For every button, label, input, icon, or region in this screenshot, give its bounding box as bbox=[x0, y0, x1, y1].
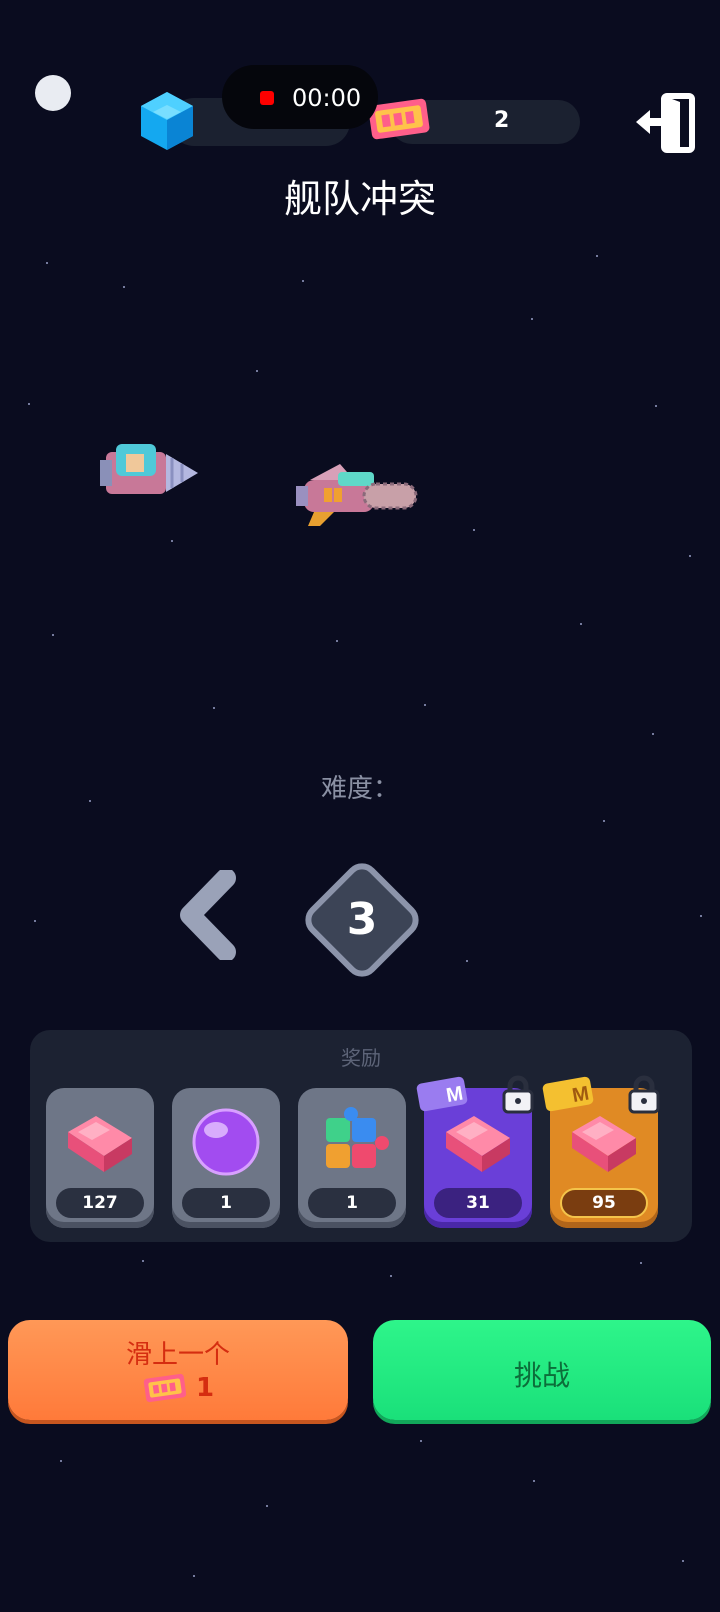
swipe-previous-cost-value: 1 bbox=[195, 1373, 215, 1403]
exit-door-icon[interactable] bbox=[634, 90, 700, 156]
page-title: 舰队冲突 bbox=[283, 177, 436, 221]
difficulty-value: 3 bbox=[346, 894, 378, 945]
membership-badge-icon: M bbox=[542, 1076, 594, 1112]
rewards-title: 奖励 bbox=[341, 1046, 381, 1070]
challenge-button[interactable]: 挑战 bbox=[373, 1320, 711, 1420]
membership-badge-icon: M bbox=[416, 1076, 468, 1112]
swipe-previous-label: 滑上一个 bbox=[125, 1340, 230, 1370]
pink-crystal-icon bbox=[572, 1116, 636, 1172]
reward-item[interactable]: 1 bbox=[172, 1088, 280, 1228]
chainsaw-ship-icon bbox=[296, 464, 418, 526]
swipe-previous-cost: 1 bbox=[8, 1372, 348, 1404]
pink-crystal-icon bbox=[446, 1116, 510, 1172]
reward-item-locked[interactable]: M 31 bbox=[416, 1075, 534, 1228]
difficulty-prev-arrow[interactable] bbox=[180, 870, 240, 960]
reward-count: 127 bbox=[56, 1188, 144, 1218]
gem-icon bbox=[141, 92, 193, 150]
reward-count: 95 bbox=[560, 1188, 648, 1218]
reward-item[interactable]: 127 bbox=[46, 1088, 154, 1228]
puzzle-piece-icon bbox=[326, 1107, 389, 1168]
rewards-panel: 奖励 127 1 1 M 31 M 95 bbox=[30, 1030, 692, 1242]
drill-ship-icon bbox=[100, 444, 198, 494]
recording-time: 00:00 bbox=[292, 84, 362, 112]
ticket-icon bbox=[143, 1373, 187, 1403]
avatar[interactable] bbox=[35, 75, 71, 111]
lock-icon bbox=[628, 1075, 660, 1114]
record-icon bbox=[260, 91, 274, 105]
challenge-label: 挑战 bbox=[513, 1359, 570, 1392]
reward-item[interactable]: 1 bbox=[298, 1088, 406, 1228]
swipe-previous-button[interactable]: 滑上一个 1 bbox=[8, 1320, 348, 1420]
reward-count: 1 bbox=[308, 1188, 396, 1218]
pink-crystal-icon bbox=[68, 1116, 132, 1172]
reward-count: 1 bbox=[182, 1188, 270, 1218]
ticket-count: 2 bbox=[494, 108, 510, 133]
difficulty-label: 难度： bbox=[320, 774, 399, 804]
reward-item-locked[interactable]: M 95 bbox=[542, 1075, 660, 1228]
lock-icon bbox=[502, 1075, 534, 1114]
purple-orb-icon bbox=[192, 1108, 260, 1176]
reward-count: 31 bbox=[434, 1188, 522, 1218]
